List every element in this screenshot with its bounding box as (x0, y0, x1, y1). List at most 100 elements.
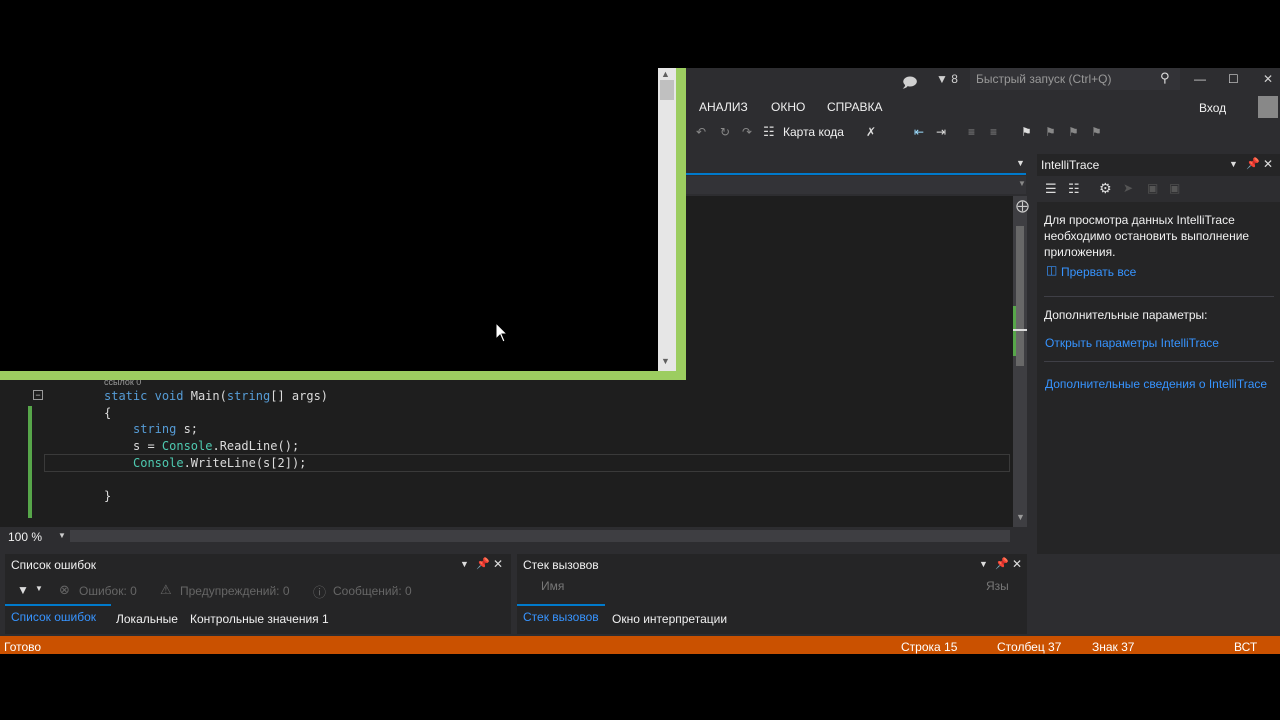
navigation-bar[interactable]: ▼ (686, 176, 1026, 194)
notifications-filter[interactable]: ▼ 8 (936, 72, 958, 86)
quick-launch-box[interactable]: Быстрый запуск (Ctrl+Q) ⚲ (970, 68, 1180, 90)
scroll-up-icon[interactable]: ▲ (661, 69, 670, 79)
menu-help[interactable]: СПРАВКА (827, 100, 883, 114)
minimize-button[interactable]: — (1194, 72, 1206, 86)
more-info-link[interactable]: Дополнительные сведения о IntelliTrace (1045, 377, 1267, 391)
warning-icon: ⚠ (160, 582, 172, 597)
change-indicator (28, 406, 32, 518)
tab-locals[interactable]: Локальные (116, 612, 178, 626)
tab-watch[interactable]: Контрольные значения 1 (190, 612, 329, 626)
console-scroll-thumb[interactable] (660, 80, 674, 100)
panel-close-icon[interactable]: ✕ (1263, 157, 1273, 171)
next-bookmark-icon[interactable]: ⚑ (1068, 125, 1079, 139)
undo-icon[interactable]: ↶ (696, 125, 706, 139)
console-output[interactable]: ▲ ▼ (0, 68, 676, 371)
errors-filter-button[interactable]: Ошибок: 0 (79, 584, 137, 598)
outdent-icon[interactable]: ⇥ (936, 125, 946, 139)
breakpoint-toggle-icon[interactable]: ✗ (866, 125, 876, 139)
warnings-filter-button[interactable]: Предупреждений: 0 (180, 584, 290, 598)
menu-analyze[interactable]: АНАЛИЗ (699, 100, 748, 114)
intellitrace-panel: IntelliTrace ▼ 📌 ✕ ☰ ☷ ⚙ ➤ ▣ ▣ Для просм… (1037, 154, 1280, 554)
tab-call-stack[interactable]: Стек вызовов (517, 604, 605, 628)
calls-view-icon[interactable]: ☷ (1068, 181, 1080, 197)
divider (1044, 296, 1274, 297)
maximize-button[interactable]: ☐ (1228, 72, 1239, 86)
code-line-3: string s; (133, 422, 199, 436)
comment-icon[interactable]: ≡ (968, 125, 975, 139)
code-line-4: s = Console.ReadLine(); (133, 439, 300, 453)
pin-icon[interactable]: 📌 (476, 557, 490, 570)
step-icon[interactable]: ↻ (720, 125, 730, 139)
column-header-language[interactable]: Язы (986, 579, 1009, 593)
tab-label: Стек вызовов (523, 610, 599, 624)
avatar[interactable] (1258, 96, 1278, 118)
zoom-level[interactable]: 100 % (8, 530, 42, 544)
scroll-thumb[interactable] (1016, 226, 1024, 366)
divider (1044, 361, 1274, 362)
zoom-dropdown-icon[interactable]: ▼ (58, 531, 66, 540)
open-settings-link[interactable]: Открыть параметры IntelliTrace (1045, 336, 1219, 350)
console-window[interactable]: ▲ ▼ (0, 68, 686, 380)
column-header-name[interactable]: Имя (541, 579, 564, 593)
panel-close-icon[interactable]: ✕ (1012, 557, 1022, 571)
code-line-6: } (104, 489, 112, 503)
break-all-link[interactable]: Прервать все (1061, 265, 1136, 279)
pause-icon[interactable]: ◫ (1046, 263, 1057, 277)
clear-bookmarks-icon[interactable]: ⚑ (1091, 125, 1102, 139)
filter-icon[interactable]: ▼ (17, 583, 29, 597)
scroll-down-icon[interactable]: ▼ (661, 356, 670, 366)
code-line-1: static void Main(string[] args) (104, 389, 329, 403)
scroll-down-icon[interactable]: ▼ (1016, 512, 1025, 522)
editor-footer: 100 % ▼ (0, 527, 1027, 545)
search-icon[interactable]: ⚲ (1160, 70, 1170, 86)
feedback-icon[interactable]: 🗩 (902, 72, 918, 96)
mouse-cursor-icon (495, 322, 509, 343)
filter-dropdown-icon[interactable]: ▼ (35, 584, 43, 593)
status-char: Знак 37 (1092, 640, 1135, 654)
info-icon: ⓘ (313, 585, 327, 600)
collapse-icon[interactable]: − (33, 390, 43, 400)
intellitrace-toolbar: ☰ ☷ ⚙ ➤ ▣ ▣ (1037, 176, 1280, 202)
bookmark-icon[interactable]: ⚑ (1021, 125, 1032, 139)
gear-icon[interactable]: ⚙ (1099, 180, 1112, 197)
redo-icon[interactable]: ↷ (742, 125, 752, 139)
split-icon[interactable]: ⨁ (1016, 198, 1029, 214)
prev-bookmark-icon[interactable]: ⚑ (1045, 125, 1056, 139)
panel-close-icon[interactable]: ✕ (493, 557, 503, 571)
tab-accent-bar (686, 173, 1026, 175)
code-map-button[interactable]: Карта кода (783, 125, 844, 139)
tab-immediate[interactable]: Окно интерпретации (612, 612, 727, 626)
editor-scrollbar[interactable]: ⨁ ▼ (1013, 196, 1029, 527)
signin-link[interactable]: Вход (1199, 101, 1226, 115)
menu-window[interactable]: ОКНО (771, 100, 805, 114)
tab-label: Список ошибок (11, 610, 97, 624)
tab-error-list[interactable]: Список ошибок (5, 604, 111, 628)
forward-icon: ➤ (1123, 181, 1134, 195)
status-bar: Готово Строка 15 Столбец 37 Знак 37 ВСТ (0, 636, 1280, 654)
messages-filter-button[interactable]: Сообщений: 0 (333, 584, 412, 598)
error-list-title: Список ошибок (11, 558, 97, 572)
console-scrollbar[interactable]: ▲ ▼ (658, 68, 676, 371)
panel-dropdown-icon[interactable]: ▼ (1229, 159, 1238, 169)
intellitrace-title: IntelliTrace (1041, 158, 1100, 172)
tab-dropdown-icon[interactable]: ▼ (1016, 158, 1025, 168)
panel-dropdown-icon[interactable]: ▼ (979, 559, 988, 569)
status-column: Столбец 37 (997, 640, 1062, 654)
code-line-2: { (104, 406, 112, 420)
indent-icon[interactable]: ⇤ (914, 125, 924, 139)
scroll-change-marker (1013, 306, 1016, 356)
panel-dropdown-icon[interactable]: ▼ (460, 559, 469, 569)
close-button[interactable]: ✕ (1263, 72, 1273, 86)
uncomment-icon[interactable]: ≡ (990, 125, 997, 139)
intellitrace-message: Для просмотра данных IntelliTrace необхо… (1044, 213, 1250, 259)
error-icon: ⊗ (59, 582, 70, 597)
pin-icon[interactable]: 📌 (995, 557, 1009, 570)
open-file-icon: ▣ (1147, 181, 1159, 195)
pin-icon[interactable]: 📌 (1246, 157, 1260, 170)
quick-launch-input[interactable]: Быстрый запуск (Ctrl+Q) (976, 72, 1111, 86)
chevron-down-icon[interactable]: ▼ (1018, 179, 1026, 188)
scroll-caret-marker (1013, 329, 1027, 331)
horizontal-scrollbar[interactable] (70, 530, 1010, 542)
extra-params-header: Дополнительные параметры: (1044, 308, 1208, 322)
events-view-icon[interactable]: ☰ (1045, 181, 1057, 197)
